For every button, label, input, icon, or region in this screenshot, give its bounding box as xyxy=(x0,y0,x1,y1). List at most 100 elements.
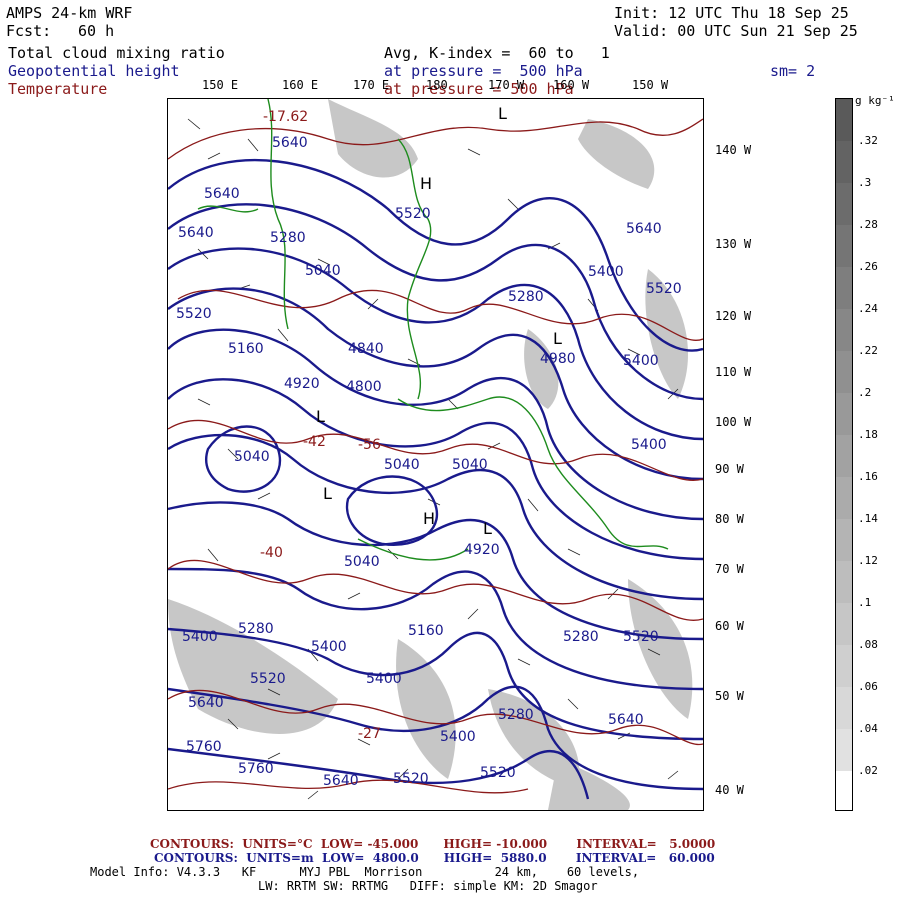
lat-label: 80 W xyxy=(715,512,744,526)
height-label: 5400 xyxy=(588,264,624,280)
height-label: 5520 xyxy=(623,629,659,645)
height-label: 5160 xyxy=(408,623,444,639)
lat-label: 110 W xyxy=(715,365,752,379)
color-scale-bar xyxy=(835,98,853,811)
height-label: 5280 xyxy=(238,621,274,637)
height-label: 5040 xyxy=(234,449,270,465)
low-marker: L xyxy=(323,484,332,503)
lon-label: 170 E xyxy=(353,78,390,92)
height-label: 5400 xyxy=(182,629,218,645)
field-cloud: Total cloud mixing ratio xyxy=(8,44,225,62)
scale-label: .16 xyxy=(858,470,878,483)
scale-label: .18 xyxy=(858,428,878,441)
height-label: 5520 xyxy=(250,671,286,687)
scale-label: .08 xyxy=(858,638,878,651)
height-label: 5640 xyxy=(204,186,240,202)
lat-label: 40 W xyxy=(715,783,744,797)
scale-label: .04 xyxy=(858,722,878,735)
height-label: 5640 xyxy=(626,221,662,237)
scale-label: .26 xyxy=(858,260,878,273)
lat-label: 60 W xyxy=(715,619,744,633)
lat-label: 70 W xyxy=(715,562,744,576)
scale-label: .32 xyxy=(858,134,878,147)
scale-label: .3 xyxy=(858,176,872,189)
height-label: 5280 xyxy=(498,707,534,723)
footer-temp-contours: CONTOURS: UNITS=°C LOW= -45.000 HIGH= -1… xyxy=(150,837,716,851)
avg-kindex: Avg, K-index = 60 to 1 xyxy=(384,44,610,62)
valid-time: Valid: 00 UTC Sun 21 Sep 25 xyxy=(614,22,858,40)
height-label: 5040 xyxy=(305,263,341,279)
height-label: 5760 xyxy=(238,761,274,777)
model-title: AMPS 24-km WRF xyxy=(6,4,133,22)
lon-label: 150 E xyxy=(202,78,239,92)
low-marker: L xyxy=(316,407,325,426)
forecast-value: 60 h xyxy=(78,22,115,40)
scale-label: .12 xyxy=(858,554,878,567)
height-label: 4920 xyxy=(464,542,500,558)
temp-label: -56 xyxy=(358,437,381,453)
height-label: 5760 xyxy=(186,739,222,755)
height-label: 5640 xyxy=(323,773,359,789)
height-label: 5520 xyxy=(646,281,682,297)
temp-label: -40 xyxy=(260,545,283,561)
scale-label: .24 xyxy=(858,302,878,315)
scale-label: .28 xyxy=(858,218,878,231)
lat-label: 140 W xyxy=(715,143,752,157)
height-label: 5520 xyxy=(395,206,431,222)
height-label: 5040 xyxy=(452,457,488,473)
lat-label: 120 W xyxy=(715,309,752,323)
field-temp: Temperature xyxy=(8,80,108,98)
height-label: 5520 xyxy=(176,306,212,322)
lon-label: 160 E xyxy=(282,78,319,92)
height-label: 5400 xyxy=(366,671,402,687)
height-label: 5640 xyxy=(178,225,214,241)
height-label: 5520 xyxy=(393,771,429,787)
pressure-temp: at pressure = 500 hPa xyxy=(384,80,574,98)
height-label: 5520 xyxy=(480,765,516,781)
low-marker: L xyxy=(498,104,507,123)
height-label: 4980 xyxy=(540,351,576,367)
lon-label: 170 W xyxy=(488,78,525,92)
scale-label: .06 xyxy=(858,680,878,693)
scale-label: .2 xyxy=(858,386,872,399)
height-label: 4920 xyxy=(284,376,320,392)
height-label: 4800 xyxy=(346,379,382,395)
high-marker: H xyxy=(420,174,433,193)
lat-label: 100 W xyxy=(715,415,752,429)
scale-label: .22 xyxy=(858,344,878,357)
height-label: 5640 xyxy=(188,695,224,711)
height-label: 4840 xyxy=(348,341,384,357)
height-label: 5400 xyxy=(311,639,347,655)
smoothing: sm= 2 xyxy=(770,62,816,80)
lat-label: 50 W xyxy=(715,689,744,703)
height-label: 5400 xyxy=(440,729,476,745)
lon-label: 180 xyxy=(426,78,448,92)
temp-label: -27 xyxy=(358,726,381,742)
init-time: Init: 12 UTC Thu 18 Sep 25 xyxy=(614,4,849,22)
footer-model-info: Model Info: V4.3.3 KF MYJ PBL Morrison 2… xyxy=(90,865,640,879)
temp-label: -42 xyxy=(303,434,326,450)
map-panel: -17.62 5640 5640 5640 5520 5280 5040 552… xyxy=(167,98,704,811)
lat-label: 130 W xyxy=(715,237,752,251)
scale-label: .14 xyxy=(858,512,878,525)
height-label: 5400 xyxy=(623,353,659,369)
height-label: 5280 xyxy=(563,629,599,645)
temp-label: -17.62 xyxy=(263,109,309,125)
lat-label: 90 W xyxy=(715,462,744,476)
high-marker: H xyxy=(423,509,436,528)
low-marker: L xyxy=(483,519,492,538)
height-label: 5640 xyxy=(272,135,308,151)
scale-label: .02 xyxy=(858,764,878,777)
height-label: 5040 xyxy=(344,554,380,570)
height-label: 5280 xyxy=(270,230,306,246)
low-marker: L xyxy=(553,329,562,348)
scale-unit: g kg⁻¹ xyxy=(855,94,895,107)
forecast-label: Fcst: xyxy=(6,22,52,40)
height-label: 5400 xyxy=(631,437,667,453)
field-height: Geopotential height xyxy=(8,62,180,80)
height-label: 5640 xyxy=(608,712,644,728)
footer-height-contours: CONTOURS: UNITS=m LOW= 4800.0 HIGH= 5880… xyxy=(154,851,715,865)
footer-model-info-2: LW: RRTM SW: RRTMG DIFF: simple KM: 2D S… xyxy=(258,879,598,893)
lon-label: 150 W xyxy=(632,78,669,92)
height-label: 5040 xyxy=(384,457,420,473)
